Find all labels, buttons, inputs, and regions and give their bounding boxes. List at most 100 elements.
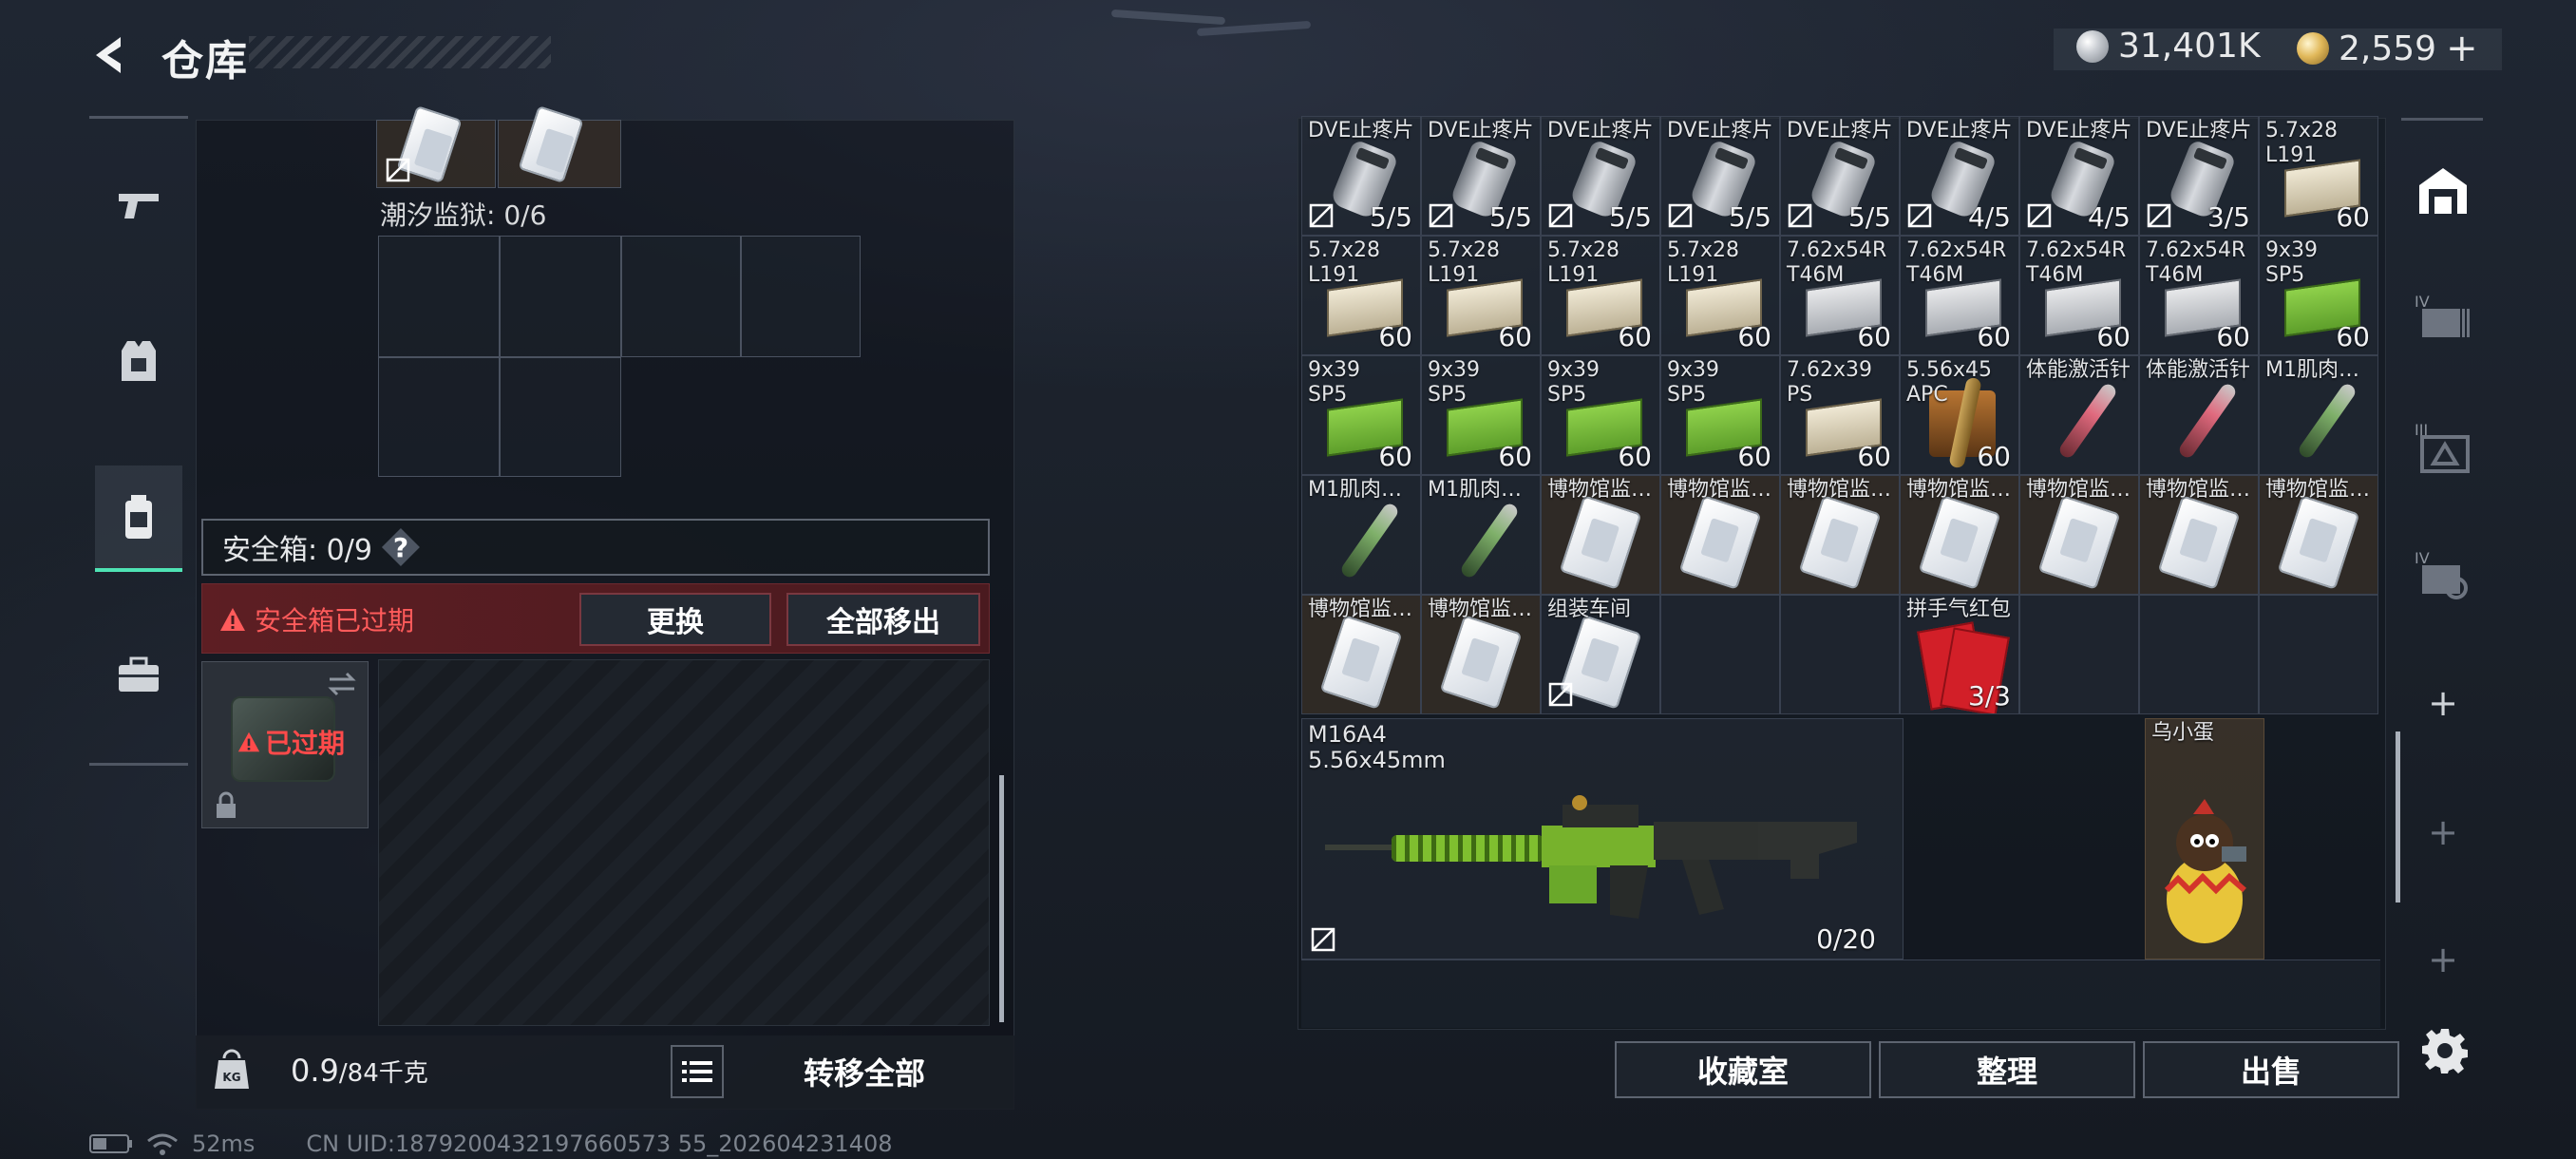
syringe-icon <box>1338 501 1401 580</box>
stash-item[interactable]: 5.7x28 L191 60 <box>1301 236 1421 355</box>
swap-icon[interactable] <box>326 670 358 698</box>
prison-slot[interactable] <box>741 236 861 357</box>
collection-room-button[interactable]: 收藏室 <box>1615 1041 1871 1098</box>
weapon-item-m16a4[interactable]: M16A4 5.56x45mm 0/20 <box>1301 718 1904 960</box>
stash-item[interactable]: 5.7x28 L191 60 <box>2259 116 2378 236</box>
storage-iii-tab[interactable]: III <box>2413 418 2473 479</box>
stash-empty-slot[interactable] <box>1660 595 1780 714</box>
item-label: 博物馆监… <box>2146 478 2251 502</box>
remove-all-button[interactable]: 全部移出 <box>786 593 980 646</box>
tab-case[interactable] <box>95 627 182 722</box>
stash-item[interactable]: 7.62x54R T46M 60 <box>2139 236 2259 355</box>
stash-item[interactable]: 博物馆监… <box>1541 475 1660 595</box>
stash-item[interactable]: 5.7x28 L191 60 <box>1421 236 1541 355</box>
item-label: 5.56x45 APC <box>1906 358 1992 407</box>
gold-coin-icon <box>2297 32 2329 65</box>
stash-item[interactable]: M1肌肉… <box>1301 475 1421 595</box>
item-count: 60 <box>1977 321 2011 352</box>
stash-item[interactable]: 9x39 SP5 60 <box>2259 236 2378 355</box>
stash-item[interactable]: 博物馆监… <box>2019 475 2139 595</box>
vest-icon <box>122 341 156 381</box>
stash-item[interactable]: DVE止疼片 3/5 <box>2139 116 2259 236</box>
stash-item[interactable]: 9x39 SP5 60 <box>1541 355 1660 475</box>
gear-icon <box>2422 1029 2468 1074</box>
stash-item[interactable]: 5.7x28 L191 60 <box>1660 236 1780 355</box>
item-label: 5.7x28 L191 <box>2265 119 2339 167</box>
safebox-grid <box>378 659 990 1026</box>
replace-button[interactable]: 更换 <box>579 593 771 646</box>
transfer-all-button[interactable]: 转移全部 <box>735 1043 994 1100</box>
stash-empty-slot[interactable] <box>2019 595 2139 714</box>
prison-slot[interactable] <box>621 236 741 357</box>
stash-item[interactable]: DVE止疼片 5/5 <box>1541 116 1660 236</box>
stash-item[interactable]: 7.62x39 PS 60 <box>1780 355 1900 475</box>
stash-item[interactable]: 体能激活针 <box>2019 355 2139 475</box>
stash-item[interactable]: 9x39 SP5 60 <box>1301 355 1421 475</box>
bound-icon <box>1429 203 1453 228</box>
item-count: 60 <box>1498 321 1532 352</box>
stash-scrollbar[interactable] <box>2396 732 2400 902</box>
stash-item[interactable]: 9x39 SP5 60 <box>1421 355 1541 475</box>
add-storage-button[interactable]: + <box>2428 685 2458 721</box>
stash-item[interactable]: 组装车间 <box>1541 595 1660 714</box>
add-currency-button[interactable]: + <box>2446 27 2478 70</box>
stash-item[interactable]: 博物馆监… <box>1421 595 1541 714</box>
item-label: 博物馆监… <box>2026 478 2131 502</box>
gold-currency[interactable]: 2,559 + <box>2297 27 2478 70</box>
tab-backpack[interactable] <box>95 466 182 572</box>
stash-item[interactable]: M1肌肉… <box>1421 475 1541 595</box>
prison-slot[interactable] <box>500 236 621 357</box>
tab-weapons[interactable] <box>95 158 182 253</box>
left-scrollbar[interactable] <box>999 775 1004 1022</box>
warehouse-tab[interactable] <box>2413 160 2473 220</box>
stash-item[interactable]: 7.62x54R T46M 60 <box>2019 236 2139 355</box>
prison-slot[interactable] <box>378 357 500 477</box>
stash-item[interactable]: 7.62x54R T46M 60 <box>1780 236 1900 355</box>
storage-iv-tab[interactable]: IV <box>2413 287 2473 348</box>
backpack-slot[interactable] <box>498 104 621 188</box>
stash-item[interactable]: 博物馆监… <box>1780 475 1900 595</box>
stash-item[interactable]: 9x39 SP5 60 <box>1660 355 1780 475</box>
help-icon[interactable]: ? <box>381 528 420 566</box>
stash-item[interactable]: 博物馆监… <box>1301 595 1421 714</box>
stash-empty-slot[interactable] <box>2139 595 2259 714</box>
stash-item[interactable]: 博物馆监… <box>2139 475 2259 595</box>
prison-slot[interactable] <box>500 357 621 477</box>
stash-item[interactable]: DVE止疼片 5/5 <box>1780 116 1900 236</box>
stash-item[interactable]: DVE止疼片 5/5 <box>1421 116 1541 236</box>
status-bar: 52ms CN UID:1879200432197660573 55_20260… <box>89 1130 893 1157</box>
stash-item[interactable]: 拼手气红包 3/3 <box>1900 595 2019 714</box>
stash-item[interactable]: 博物馆监… <box>1660 475 1780 595</box>
expired-warning-text: 安全箱已过期 <box>255 605 415 636</box>
item-label: 9x39 SP5 <box>1547 358 1601 407</box>
item-count: 60 <box>1498 441 1532 472</box>
stash-empty-slot[interactable] <box>2259 595 2378 714</box>
back-arrow-icon[interactable] <box>84 28 137 82</box>
bound-icon <box>386 158 410 182</box>
settings-button[interactable] <box>2416 1022 2473 1079</box>
stash-item[interactable]: 5.7x28 L191 60 <box>1541 236 1660 355</box>
stash-item[interactable]: DVE止疼片 5/5 <box>1660 116 1780 236</box>
stash-item[interactable]: DVE止疼片 5/5 <box>1301 116 1421 236</box>
sort-button[interactable]: 整理 <box>1879 1041 2135 1098</box>
stash-empty-slot[interactable] <box>1780 595 1900 714</box>
silver-currency: 31,401K <box>2076 27 2261 66</box>
stash-item[interactable]: DVE止疼片 4/5 <box>1900 116 2019 236</box>
safebox-thumbnail[interactable]: 已过期 <box>201 661 369 828</box>
pet-item[interactable]: 乌小蛋 <box>2145 718 2264 960</box>
stash-item[interactable]: 体能激活针 <box>2139 355 2259 475</box>
keycard-icon <box>1678 495 1762 590</box>
stash-item[interactable]: M1肌肉… <box>2259 355 2378 475</box>
stash-item[interactable]: 博物馆监… <box>2259 475 2378 595</box>
item-label: DVE止疼片 <box>1308 119 1414 142</box>
stash-item[interactable]: 7.62x54R T46M 60 <box>1900 236 2019 355</box>
stash-item[interactable]: 博物馆监… <box>1900 475 2019 595</box>
backpack-slot[interactable] <box>376 104 496 188</box>
sell-button[interactable]: 出售 <box>2143 1041 2399 1098</box>
stash-item[interactable]: 5.56x45 APC 60 <box>1900 355 2019 475</box>
list-view-button[interactable] <box>671 1045 724 1098</box>
prison-slot[interactable] <box>378 236 500 357</box>
stash-item[interactable]: DVE止疼片 4/5 <box>2019 116 2139 236</box>
storage-iv-2-tab[interactable]: IV <box>2413 543 2473 604</box>
tab-equipment[interactable] <box>95 314 182 408</box>
